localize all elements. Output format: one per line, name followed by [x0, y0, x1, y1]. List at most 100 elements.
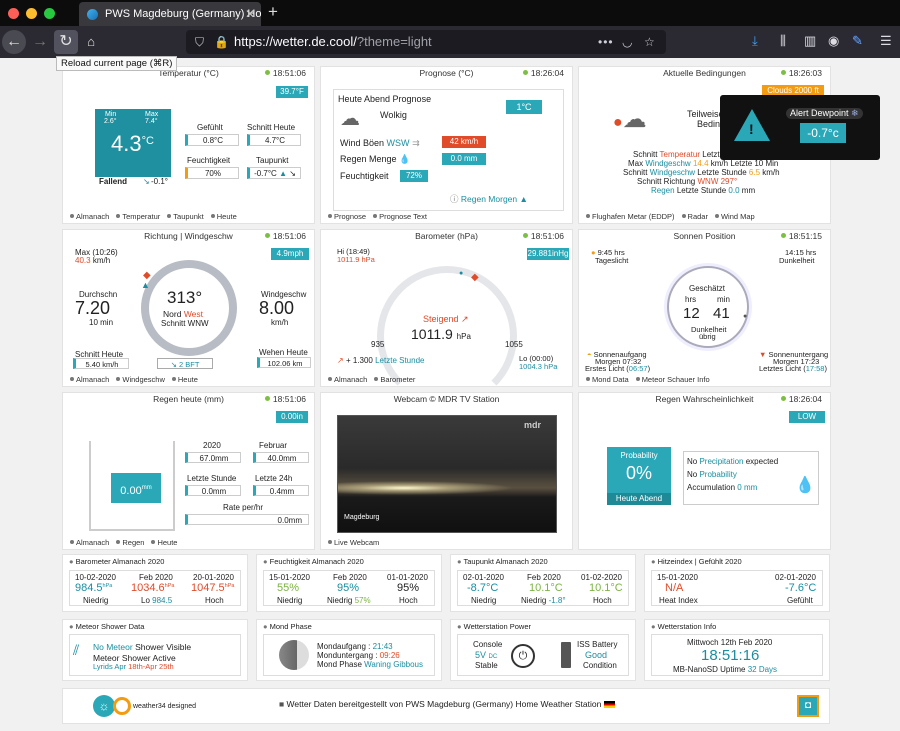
lock-icon[interactable]: 🔒 [214, 30, 229, 54]
alm-sub-1: Heat Index [659, 596, 698, 605]
estimate-label: Geschätzt [689, 284, 726, 293]
pocket-icon[interactable]: ◡ [622, 30, 632, 54]
alm-value-2: 10.1°C [529, 582, 563, 594]
panel-time: 18:51:15 [781, 230, 822, 243]
station-panel: ● Wetterstation Info Mittwoch 12th Feb 2… [644, 619, 830, 681]
avg-label: Schnitt Heute [247, 123, 296, 132]
reload-button[interactable]: ↻ [54, 30, 78, 54]
forecast-humidity-value: 72% [400, 170, 428, 182]
forecast-condition: Wolkig [380, 110, 407, 120]
bookmark-star-icon[interactable]: ☆ [644, 30, 655, 54]
downloads-icon[interactable]: ⤓ [752, 33, 758, 49]
footer-brand[interactable]: weather34 designed [133, 703, 196, 710]
alm-date-1: 15-01-2020 [657, 573, 698, 582]
link-metar[interactable]: Flughafen Metar (EDDP) [586, 212, 675, 221]
webcam-lights [338, 478, 556, 498]
month-value: 40.0mm [253, 452, 309, 463]
sidebar-icon[interactable]: ▥ [804, 33, 816, 49]
year-value: 67.0mm [185, 452, 241, 463]
link-almanach[interactable]: Almanach [70, 538, 109, 547]
dewpoint-value: -0.7°C ▲ ↘ [247, 167, 301, 179]
console-label: Console [473, 640, 503, 649]
page-actions-icon[interactable]: ••• [598, 30, 614, 54]
alm-date-3: 01-02-2020 [581, 573, 622, 582]
shield-icon[interactable]: ⛉ [195, 30, 204, 54]
forecast-card: Heute Abend Prognose ☁ Wolkig 1°C Wind B… [333, 89, 564, 211]
partly-cloudy-icon: ●☁ [613, 106, 647, 133]
link-almanach[interactable]: Almanach [70, 375, 109, 384]
minimize-window-button[interactable] [26, 8, 37, 19]
link-heute[interactable]: Heute [211, 212, 237, 221]
panel-title: ● Meteor Shower Data [69, 622, 145, 631]
link-mond-data[interactable]: Mond Data [586, 375, 629, 384]
alm-sub-3: Gefühlt [787, 596, 813, 605]
cloud-icon: ☁ [340, 108, 360, 130]
alm-value-1: -8.7°C [467, 582, 499, 594]
probability-line: No Probability [687, 470, 737, 479]
station-date: Mittwoch 12th Feb 2020 [687, 638, 773, 647]
extension-icon[interactable]: ✎ [852, 33, 863, 49]
home-button[interactable]: ⌂ [79, 30, 103, 54]
link-almanach[interactable]: Almanach [70, 212, 109, 221]
url-bar[interactable]: ⛉ 🔒 https://wetter.de.cool/?theme=light … [186, 30, 666, 54]
link-barometer[interactable]: Barometer [374, 375, 415, 384]
probability-value: 0% [625, 463, 652, 483]
menu-icon[interactable]: ☰ [880, 33, 892, 49]
close-tab-icon[interactable]: ✕ [245, 2, 255, 26]
panel-title: ● Wetterstation Info [651, 622, 717, 631]
link-heute[interactable]: Heute [151, 538, 177, 547]
iss-battery-label: ISS Battery [577, 640, 618, 649]
baro-change: ↗ + 1.300 Letzte Stunde [337, 356, 425, 365]
feels-label: Gefühlt [197, 123, 223, 132]
current-temp-box: Min 2.6° Max 7.4° 4.3°C [95, 109, 171, 177]
almanac-title: ● Feuchtigkeit Almanach 2020 [263, 557, 364, 566]
meteor-icon: ⫽ [73, 642, 80, 658]
humidity-almanac-panel: ● Feuchtigkeit Almanach 2020 15-01-2020 … [256, 554, 442, 612]
trend-down-icon: ↘ [143, 177, 150, 186]
link-radar[interactable]: Radar [682, 212, 708, 221]
almanac-title: ● Hitzeindex | Gefühlt 2020 [651, 557, 742, 566]
account-icon[interactable]: ◉ [828, 33, 839, 49]
temperature-panel: Temperatur (°C) 18:51:06 39.7°F Min 2.6°… [62, 66, 315, 224]
link-heute[interactable]: Heute [172, 375, 198, 384]
forward-button[interactable]: → [28, 30, 52, 54]
close-window-button[interactable] [8, 8, 19, 19]
hrs-label: hrs [685, 295, 697, 304]
link-temperatur[interactable]: Temperatur [116, 212, 160, 221]
link-prognose[interactable]: Prognose [328, 212, 366, 221]
probability-badge: LOW [789, 411, 825, 423]
link-almanach[interactable]: Almanach [328, 375, 367, 384]
link-regen[interactable]: Regen [116, 538, 144, 547]
library-icon[interactable]: ⫼ [780, 33, 786, 49]
wind-speed-unit: km/h [271, 318, 289, 327]
dewpoint-alert[interactable]: ! Alert Dewpoint ❄ -0.7°c [720, 95, 880, 160]
feels-value: 0.8°C [185, 134, 239, 146]
last-hour-value: 0.0mm [185, 485, 241, 496]
link-prognose-text[interactable]: Prognose Text [373, 212, 427, 221]
last-light: Letztes Licht (17:58) [759, 364, 827, 373]
baro-inhg-badge: 29.881inHg [527, 248, 569, 260]
browser-tab[interactable]: PWS Magdeburg (Germany) Ho ✕ [79, 2, 261, 26]
link-windgeschw[interactable]: Windgeschw [116, 375, 165, 384]
avg-wind-sub: 10 min [89, 318, 114, 327]
link-meteor-info[interactable]: Meteor Schauer Info [636, 375, 710, 384]
alm-sub-2: Niedrig -1.8° [521, 596, 566, 605]
baro-marker-icon: ● [459, 270, 464, 277]
link-live-webcam[interactable]: Live Webcam [328, 538, 379, 547]
remaining-label-2: übrig [699, 332, 716, 341]
barometer-almanac-panel: ● Barometer Almanach 2020 10-02-2020 984… [62, 554, 248, 612]
link-taupunkt[interactable]: Taupunkt [167, 212, 203, 221]
alm-sub-1: Niedrig [83, 596, 109, 605]
settings-panel-icon[interactable]: ◘ [797, 695, 819, 717]
weather34-logo-icon[interactable]: ☼ [93, 695, 115, 717]
weather34-ring-icon [113, 697, 131, 715]
url-host: https://wetter.de.cool/ [234, 34, 357, 49]
rain-amount-label: Regen Menge 💧 [340, 154, 411, 164]
back-button[interactable]: ← [2, 30, 26, 54]
new-tab-button[interactable]: + [268, 2, 278, 22]
webcam-image[interactable]: mdr Magdeburg [337, 415, 557, 533]
rain-tomorrow: ⓘ Regen Morgen ▲ [450, 194, 528, 204]
rain-gauge-fill: 0.00mm [111, 473, 161, 503]
link-wind-map[interactable]: Wind Map [715, 212, 755, 221]
maximize-window-button[interactable] [44, 8, 55, 19]
